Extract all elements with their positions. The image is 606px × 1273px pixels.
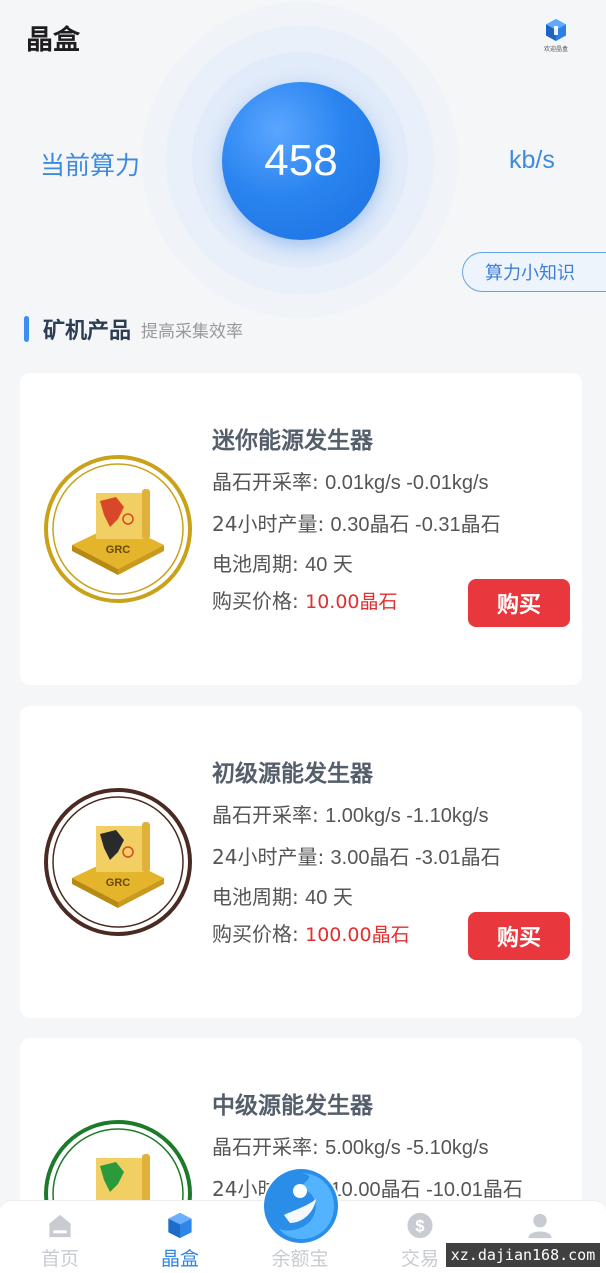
- section-accent-bar: [24, 316, 29, 342]
- hashrate-label: 当前算力: [40, 151, 141, 180]
- user-icon: [528, 1213, 552, 1239]
- product-card: GRC 迷你能源发生器 晶石开采率: 0.01kg/s -0.01kg/s 24…: [20, 373, 582, 685]
- section-header: 矿机产品 提高采集效率: [24, 312, 243, 346]
- price-value: 10.00晶石: [305, 591, 398, 613]
- battery-value: 40 天: [305, 887, 353, 909]
- buy-button[interactable]: 购买: [468, 579, 570, 627]
- tab-label: 晶盒: [160, 1248, 199, 1270]
- product-name: 初级源能发生器: [212, 761, 373, 787]
- dollar-icon: $: [407, 1212, 433, 1239]
- output-value: 0.30晶石 -0.31晶石: [330, 514, 501, 536]
- grc-logo-text: GRC: [106, 877, 131, 889]
- hashrate-unit: kb/s: [509, 146, 555, 174]
- hashrate-knowledge-button[interactable]: 算力小知识: [462, 252, 606, 292]
- product-rate: 晶石开采率: 1.00kg/s -1.10kg/s: [212, 794, 572, 836]
- rate-label: 晶石开采率:: [212, 470, 326, 494]
- product-rate: 晶石开采率: 0.01kg/s -0.01kg/s: [212, 461, 572, 503]
- svg-text:$: $: [415, 1217, 424, 1235]
- battery-label: 电池周期:: [212, 885, 306, 909]
- hashrate-value: 458: [264, 136, 338, 185]
- section-subtitle: 提高采集效率: [141, 321, 244, 342]
- product-output: 24小时产量: 3.00晶石 -3.01晶石: [212, 836, 572, 878]
- product-card: GRC 初级源能发生器 晶石开采率: 1.00kg/s -1.10kg/s 24…: [20, 706, 582, 1018]
- product-output: 24小时产量: 0.30晶石 -0.31晶石: [212, 503, 572, 545]
- tab-label: 交易: [400, 1248, 439, 1270]
- buy-button[interactable]: 购买: [468, 912, 570, 960]
- output-label: 24小时产量:: [212, 512, 331, 536]
- swirl-logo-icon: [264, 1169, 338, 1243]
- hashrate-panel: 458 当前算力 kb/s 算力小知识: [0, 0, 606, 318]
- tab-home[interactable]: 首页: [10, 1211, 110, 1271]
- price-value: 100.00晶石: [305, 924, 410, 946]
- rate-label: 晶石开采率:: [212, 1135, 326, 1159]
- grc-logo-icon: GRC: [44, 455, 192, 603]
- product-rate: 晶石开采率: 5.00kg/s -5.10kg/s: [212, 1126, 572, 1168]
- price-label: 购买价格:: [212, 589, 306, 613]
- tab-box[interactable]: 晶盒: [130, 1211, 230, 1271]
- rate-label: 晶石开采率:: [212, 803, 326, 827]
- rate-value: 5.00kg/s -5.10kg/s: [325, 1137, 489, 1159]
- price-label: 购买价格:: [212, 922, 306, 946]
- product-battery: 电池周期: 40 天: [212, 878, 572, 916]
- rate-value: 1.00kg/s -1.10kg/s: [325, 805, 489, 827]
- output-value: 10.00晶石 -10.01晶石: [330, 1179, 523, 1201]
- battery-value: 40 天: [305, 554, 353, 576]
- battery-label: 电池周期:: [212, 552, 306, 576]
- tab-label: 余额宝: [271, 1248, 329, 1270]
- rate-value: 0.01kg/s -0.01kg/s: [325, 472, 489, 494]
- watermark: xz.dajian168.com: [446, 1243, 600, 1267]
- output-label: 24小时产量:: [212, 845, 331, 869]
- hashrate-ball: 458: [222, 82, 380, 240]
- grc-logo-icon: GRC: [44, 788, 192, 936]
- output-value: 3.00晶石 -3.01晶石: [330, 847, 501, 869]
- product-name: 中级源能发生器: [212, 1093, 373, 1119]
- home-icon: [49, 1214, 71, 1238]
- box-icon: [168, 1212, 192, 1239]
- center-balance-logo[interactable]: [262, 1167, 340, 1245]
- product-battery: 电池周期: 40 天: [212, 545, 572, 583]
- product-name: 迷你能源发生器: [212, 428, 373, 454]
- section-title: 矿机产品: [43, 319, 132, 344]
- grc-logo-text: GRC: [106, 544, 131, 556]
- tab-label: 首页: [40, 1248, 79, 1270]
